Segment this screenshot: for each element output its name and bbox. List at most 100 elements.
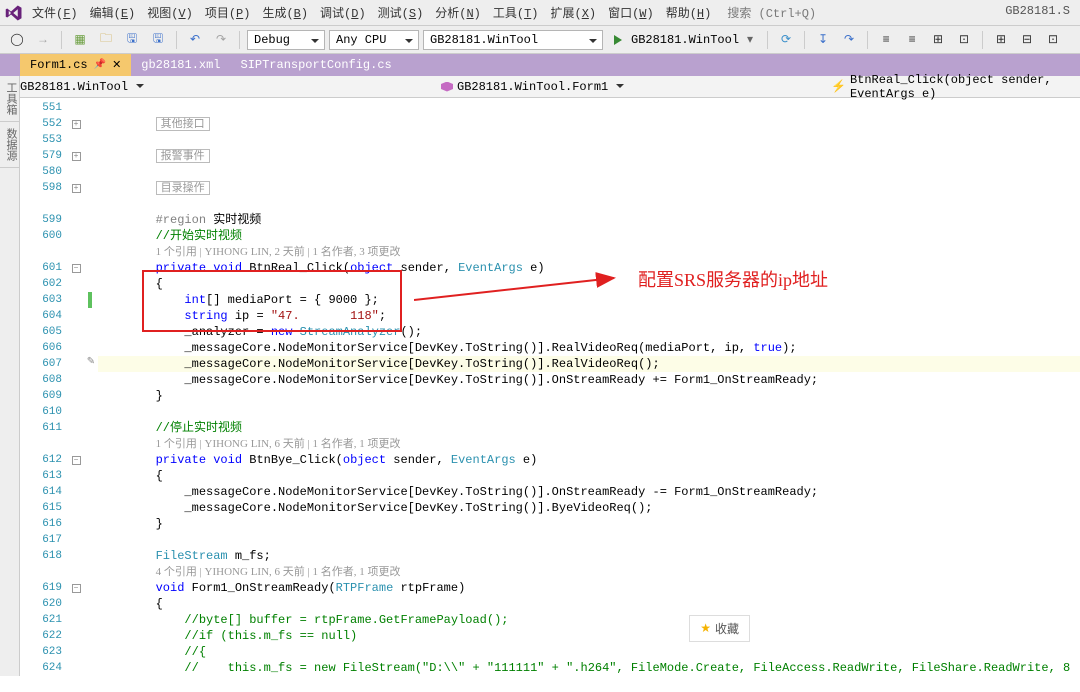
code-line[interactable]: { bbox=[98, 276, 1080, 292]
code-line[interactable]: 报警事件 bbox=[98, 148, 1080, 164]
search-hint[interactable]: 搜索 (Ctrl+Q) bbox=[727, 4, 816, 21]
method-crumb[interactable]: ⚡BtnReal_Click(object sender, EventArgs … bbox=[825, 73, 1080, 101]
code-line[interactable]: FileStream m_fs; bbox=[98, 548, 1080, 564]
code-line[interactable]: string ip = "47. 118"; bbox=[98, 308, 1080, 324]
side-tab[interactable]: 数据源 bbox=[0, 122, 20, 168]
document-tab[interactable]: SIPTransportConfig.cs bbox=[231, 54, 402, 76]
event-icon: ⚡ bbox=[831, 79, 846, 94]
run-label: GB28181.WinTool bbox=[631, 33, 739, 47]
nav-fwd-icon[interactable]: → bbox=[32, 29, 54, 51]
code-line[interactable]: 1 个引用 | YIHONG LIN, 6 天前 | 1 名作者, 1 项更改 bbox=[98, 436, 1080, 452]
code-line[interactable]: private void BtnReal_Click(object sender… bbox=[98, 260, 1080, 276]
code-line[interactable]: //{ bbox=[98, 644, 1080, 660]
vs-logo-icon bbox=[4, 3, 24, 23]
btn-c[interactable]: ⊞ bbox=[927, 29, 949, 51]
menu-item[interactable]: 文件(F) bbox=[26, 0, 84, 25]
menubar: 文件(F)编辑(E)视图(V)项目(P)生成(B)调试(D)测试(S)分析(N)… bbox=[0, 0, 1080, 26]
code-line[interactable]: //开始实时视频 bbox=[98, 228, 1080, 244]
toolbar: ◯ → ▦ 🗀 🖫 🖫 ↶ ↷ Debug Any CPU GB28181.Wi… bbox=[0, 26, 1080, 54]
menu-item[interactable]: 生成(B) bbox=[256, 0, 314, 25]
annotation-text: 配置SRS服务器的ip地址 bbox=[638, 266, 828, 292]
redo-icon[interactable]: ↷ bbox=[210, 29, 232, 51]
code-line[interactable] bbox=[98, 132, 1080, 148]
config-combo[interactable]: Debug bbox=[247, 30, 325, 50]
code-line[interactable]: int[] mediaPort = { 9000 }; bbox=[98, 292, 1080, 308]
code-line[interactable] bbox=[98, 404, 1080, 420]
code-editor[interactable]: 5515525535795805985996006016026036046056… bbox=[20, 100, 1080, 680]
nav-back-icon[interactable]: ◯ bbox=[6, 29, 28, 51]
project-crumb[interactable]: GB28181.WinTool bbox=[0, 80, 150, 94]
pin-icon[interactable]: 📌 bbox=[94, 59, 106, 71]
menu-item[interactable]: 测试(S) bbox=[372, 0, 430, 25]
indicator-gutter: ✎ bbox=[84, 100, 98, 680]
code-line[interactable] bbox=[98, 676, 1080, 692]
nav-bar: GB28181.WinTool GB28181.WinTool.Form1 ⚡B… bbox=[0, 76, 1080, 98]
side-tabs: 工具箱数据源 bbox=[0, 76, 20, 676]
code-line[interactable]: 目录操作 bbox=[98, 180, 1080, 196]
step-over-icon[interactable]: ↷ bbox=[838, 29, 860, 51]
play-icon bbox=[614, 35, 627, 45]
open-icon[interactable]: 🗀 bbox=[95, 29, 117, 51]
code-line[interactable]: private void BtnBye_Click(object sender,… bbox=[98, 452, 1080, 468]
code-line[interactable]: //停止实时视频 bbox=[98, 420, 1080, 436]
menu-item[interactable]: 分析(N) bbox=[429, 0, 487, 25]
code-area[interactable]: 配置SRS服务器的ip地址 其他接口 报警事件 目录操作 #region 实时视… bbox=[98, 100, 1080, 680]
btn-d[interactable]: ⊡ bbox=[953, 29, 975, 51]
class-crumb[interactable]: GB28181.WinTool.Form1 bbox=[435, 80, 630, 94]
code-line[interactable] bbox=[98, 532, 1080, 548]
menu-item[interactable]: 调试(D) bbox=[314, 0, 372, 25]
code-line[interactable]: { bbox=[98, 468, 1080, 484]
code-line[interactable]: //if (this.m_fs == null) bbox=[98, 628, 1080, 644]
close-icon[interactable]: ✕ bbox=[112, 58, 121, 72]
menu-item[interactable]: 帮助(H) bbox=[660, 0, 718, 25]
menu-item[interactable]: 编辑(E) bbox=[84, 0, 142, 25]
btn-e[interactable]: ⊞ bbox=[990, 29, 1012, 51]
code-line[interactable]: 1 个引用 | YIHONG LIN, 2 天前 | 1 名作者, 3 项更改 bbox=[98, 244, 1080, 260]
save-icon[interactable]: 🖫 bbox=[121, 29, 143, 51]
code-line[interactable]: { bbox=[98, 596, 1080, 612]
code-line[interactable]: _messageCore.NodeMonitorService[DevKey.T… bbox=[98, 484, 1080, 500]
btn-a[interactable]: ≡ bbox=[875, 29, 897, 51]
menu-item[interactable]: 项目(P) bbox=[199, 0, 257, 25]
code-line[interactable]: 4 个引用 | YIHONG LIN, 6 天前 | 1 名作者, 1 项更改 bbox=[98, 564, 1080, 580]
undo-icon[interactable]: ↶ bbox=[184, 29, 206, 51]
btn-b[interactable]: ≡ bbox=[901, 29, 923, 51]
menu-item[interactable]: 扩展(X) bbox=[544, 0, 602, 25]
fold-gutter[interactable]: +++−−− bbox=[68, 100, 84, 680]
code-line[interactable]: _messageCore.NodeMonitorService[DevKey.T… bbox=[98, 500, 1080, 516]
code-line[interactable]: //byte[] buffer = rtpFrame.GetFramePaylo… bbox=[98, 612, 1080, 628]
bookmark-button[interactable]: ★收藏 bbox=[689, 615, 750, 642]
code-line[interactable]: _messageCore.NodeMonitorService[DevKey.T… bbox=[98, 356, 1080, 372]
code-line[interactable] bbox=[98, 164, 1080, 180]
code-line[interactable]: _messageCore.NodeMonitorService[DevKey.T… bbox=[98, 372, 1080, 388]
run-button[interactable]: GB28181.WinTool▾ bbox=[607, 29, 760, 51]
code-line[interactable]: // this.m_fs = new FileStream("D:\\" + "… bbox=[98, 660, 1080, 676]
document-tab[interactable]: Form1.cs📌✕ bbox=[20, 54, 131, 76]
code-line[interactable]: #region 实时视频 bbox=[98, 212, 1080, 228]
menu-item[interactable]: 视图(V) bbox=[141, 0, 199, 25]
new-project-icon[interactable]: ▦ bbox=[69, 29, 91, 51]
platform-combo[interactable]: Any CPU bbox=[329, 30, 419, 50]
code-line[interactable]: void Form1_OnStreamReady(RTPFrame rtpFra… bbox=[98, 580, 1080, 596]
document-tab[interactable]: gb28181.xml bbox=[131, 54, 230, 76]
code-line[interactable] bbox=[98, 100, 1080, 116]
menu-item[interactable]: 窗口(W) bbox=[602, 0, 660, 25]
line-gutter: 5515525535795805985996006016026036046056… bbox=[20, 100, 68, 680]
code-line[interactable]: } bbox=[98, 388, 1080, 404]
refresh-icon[interactable]: ⟳ bbox=[775, 29, 797, 51]
star-icon: ★ bbox=[700, 621, 711, 636]
startup-combo[interactable]: GB28181.WinTool bbox=[423, 30, 603, 50]
btn-g[interactable]: ⊡ bbox=[1042, 29, 1064, 51]
save-all-icon[interactable]: 🖫 bbox=[147, 29, 169, 51]
code-line[interactable]: } bbox=[98, 516, 1080, 532]
code-line[interactable]: _messageCore.NodeMonitorService[DevKey.T… bbox=[98, 340, 1080, 356]
btn-f[interactable]: ⊟ bbox=[1016, 29, 1038, 51]
code-line[interactable]: _analyzer = new StreamAnalyzer(); bbox=[98, 324, 1080, 340]
step-into-icon[interactable]: ↧ bbox=[812, 29, 834, 51]
menu-item[interactable]: 工具(T) bbox=[487, 0, 545, 25]
code-line[interactable] bbox=[98, 196, 1080, 212]
code-line[interactable]: 其他接口 bbox=[98, 116, 1080, 132]
solution-title: GB28181.S bbox=[1005, 4, 1070, 18]
class-icon bbox=[441, 82, 453, 92]
side-tab[interactable]: 工具箱 bbox=[0, 76, 20, 122]
